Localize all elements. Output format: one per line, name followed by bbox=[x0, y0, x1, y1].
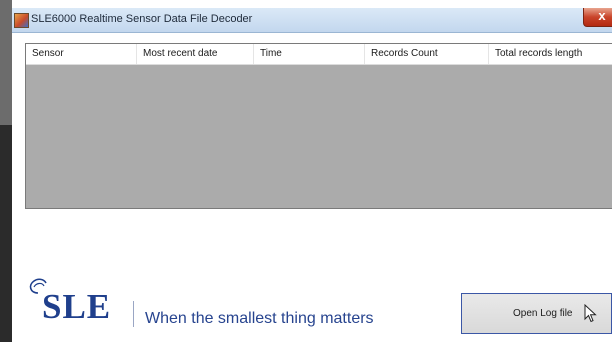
sensor-list[interactable]: Sensor Most recent date Time Records Cou… bbox=[25, 43, 612, 209]
column-header-records-count[interactable]: Records Count bbox=[365, 44, 489, 64]
open-log-file-button[interactable]: Open Log file bbox=[461, 293, 612, 334]
sle-logo: SLE bbox=[26, 271, 136, 331]
column-header-sensor[interactable]: Sensor bbox=[26, 44, 137, 64]
background-window-edge-shade bbox=[0, 0, 12, 125]
title-bar[interactable]: SLE6000 Realtime Sensor Data File Decode… bbox=[12, 8, 612, 33]
app-window: SLE6000 Realtime Sensor Data File Decode… bbox=[12, 8, 612, 342]
app-icon[interactable] bbox=[14, 13, 29, 28]
column-header-time[interactable]: Time bbox=[254, 44, 365, 64]
open-log-file-label: Open Log file bbox=[513, 308, 573, 319]
logo-text: SLE bbox=[42, 287, 112, 326]
tagline: When the smallest thing matters bbox=[145, 310, 374, 327]
window-content: Sensor Most recent date Time Records Cou… bbox=[12, 33, 612, 342]
close-button[interactable]: x bbox=[583, 8, 612, 27]
mouse-cursor-icon bbox=[584, 304, 597, 323]
column-header-most-recent-date[interactable]: Most recent date bbox=[137, 44, 254, 64]
column-header-total-records-length[interactable]: Total records length bbox=[489, 44, 612, 64]
background-window-edge bbox=[0, 0, 12, 342]
window-title: SLE6000 Realtime Sensor Data File Decode… bbox=[31, 13, 253, 25]
logo-divider bbox=[133, 301, 134, 327]
list-header: Sensor Most recent date Time Records Cou… bbox=[26, 44, 612, 65]
